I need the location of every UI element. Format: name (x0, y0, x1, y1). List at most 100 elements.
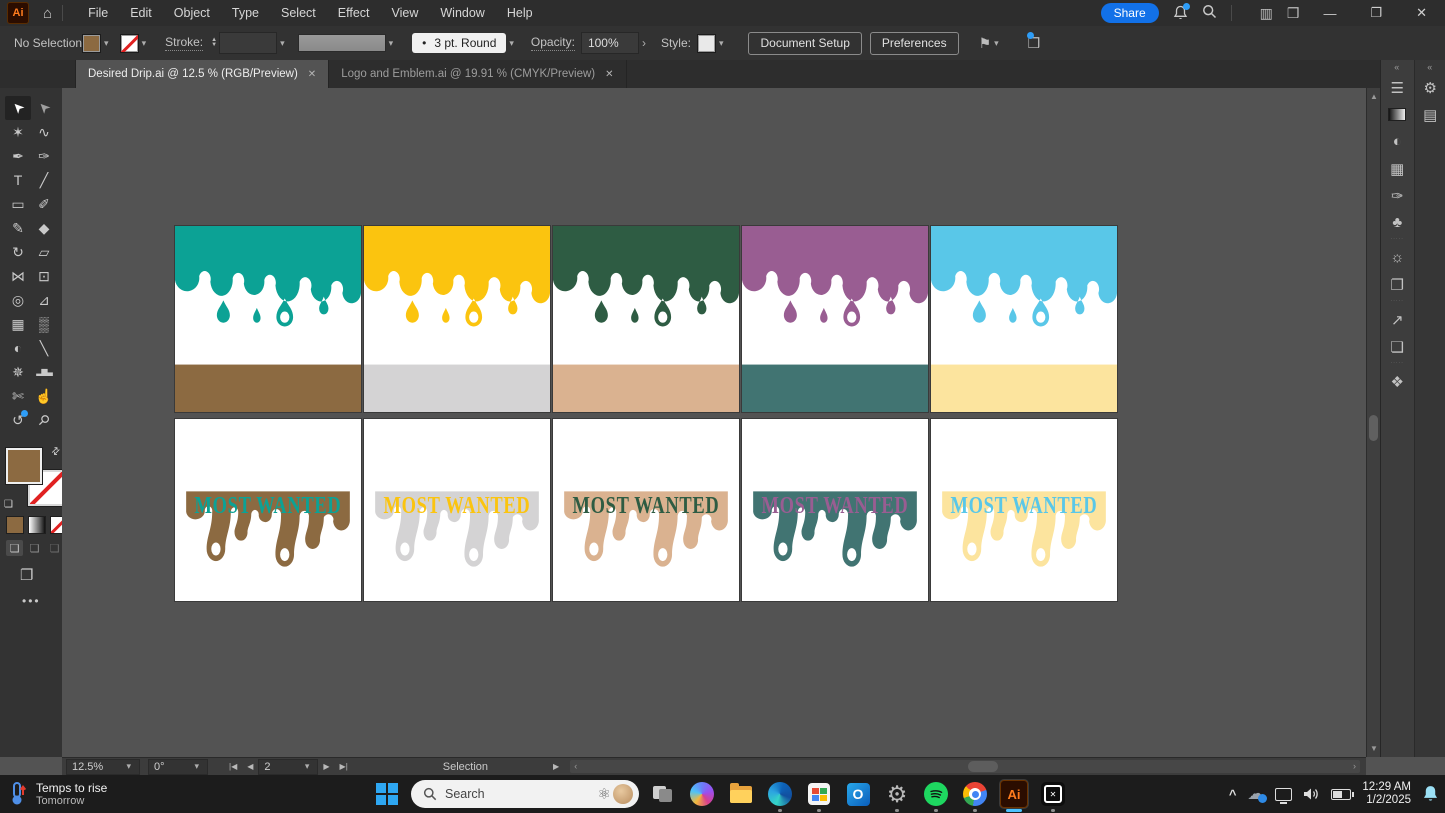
window-minimize-button[interactable]: — (1313, 6, 1346, 21)
draw-normal-button[interactable]: ❏ (6, 540, 23, 556)
perspective-grid-tool[interactable]: ⊿ (31, 288, 57, 312)
slice-tool[interactable]: ✄ (5, 384, 31, 408)
menu-type[interactable]: Type (221, 0, 270, 26)
fill-color-swatch[interactable] (82, 34, 101, 53)
onedrive-icon[interactable]: ☁ (1247, 784, 1264, 804)
battery-icon[interactable] (1331, 789, 1351, 800)
type-tool[interactable]: T (5, 168, 31, 192)
document-setup-button[interactable]: Document Setup (748, 32, 861, 55)
arrange-documents-icon[interactable]: ❒ (1287, 5, 1300, 22)
capcut-button[interactable]: ✕ (1038, 779, 1068, 809)
file-explorer-button[interactable] (726, 779, 756, 809)
style-chevron[interactable]: ▾ (719, 38, 724, 49)
artboard-mostwanted-tan[interactable]: MOST WANTED (553, 419, 739, 601)
tab-close-icon[interactable]: ✕ (308, 69, 316, 80)
artboard-drip-purple[interactable] (742, 226, 928, 412)
swap-fill-stroke-icon[interactable]: ⇄ (49, 445, 63, 459)
menu-view[interactable]: View (381, 0, 430, 26)
fill-dropdown-chevron[interactable]: ▾ (104, 38, 109, 49)
spotify-button[interactable] (921, 779, 951, 809)
panel-menu-icon[interactable]: ☰ (1381, 74, 1414, 101)
fill-proxy-swatch[interactable] (6, 448, 42, 484)
blend-tool[interactable]: ◐ (5, 336, 31, 360)
tray-chevron-icon[interactable]: ^ (1229, 787, 1237, 802)
paintbrush-tool[interactable]: ✐ (31, 192, 57, 216)
settings-button[interactable]: ⚙ (882, 779, 912, 809)
menu-help[interactable]: Help (496, 0, 544, 26)
menu-edit[interactable]: Edit (119, 0, 163, 26)
menu-window[interactable]: Window (429, 0, 495, 26)
panel-pathfinder-icon[interactable]: ❐ (1381, 271, 1414, 298)
outlook-button[interactable]: O (843, 779, 873, 809)
zoom-tool[interactable]: ⚲ (31, 408, 57, 432)
zoom-level-dropdown[interactable]: 12.5%▾ (66, 759, 140, 775)
scale-tool[interactable]: ▱ (31, 240, 57, 264)
artboard-mostwanted-gray[interactable]: MOST WANTED (364, 419, 550, 601)
magic-wand-tool[interactable]: ✶ (5, 120, 31, 144)
stroke-dropdown-chevron[interactable]: ▾ (142, 38, 147, 49)
scroll-up-icon[interactable]: ▲ (1370, 92, 1378, 101)
window-close-button[interactable]: ✕ (1406, 5, 1437, 21)
last-artboard-icon[interactable]: ▶| (335, 762, 353, 771)
search-icon[interactable] (1202, 4, 1217, 22)
lasso-tool[interactable]: ∿ (31, 120, 57, 144)
eraser-tool[interactable]: ◆ (31, 216, 57, 240)
width-profile-chevron[interactable]: ▾ (389, 38, 394, 49)
rotate-view-tool[interactable]: ↺ (5, 408, 31, 432)
artboard-mostwanted-paleyellow[interactable]: MOST WANTED (931, 419, 1117, 601)
artboard-drip-skyblue[interactable] (931, 226, 1117, 412)
panel-color-guide-icon[interactable]: ☼ (1381, 244, 1414, 271)
edge-button[interactable] (765, 779, 795, 809)
symbol-sprayer-tool[interactable]: ✵ (5, 360, 31, 384)
status-flyout-icon[interactable]: ▶ (548, 762, 564, 771)
selection-tool[interactable]: ➤ (5, 96, 31, 120)
column-graph-tool[interactable]: ▂▆▃ (31, 360, 57, 384)
artboard-drip-yellow[interactable] (364, 226, 550, 412)
mesh-tool[interactable]: ▦ (5, 312, 31, 336)
menu-select[interactable]: Select (270, 0, 327, 26)
panel-gradient-icon[interactable] (1381, 101, 1414, 128)
tab-close-icon[interactable]: ✕ (605, 69, 613, 80)
volume-icon[interactable] (1303, 787, 1320, 801)
edit-toolbar-icon[interactable]: ••• (22, 594, 41, 608)
width-tool[interactable]: ⋈ (5, 264, 31, 288)
menu-file[interactable]: File (77, 0, 119, 26)
panel-layers-icon[interactable]: ❖ (1381, 368, 1414, 395)
rotation-dropdown[interactable]: 0°▾ (148, 759, 208, 775)
illustrator-button[interactable]: Ai (999, 779, 1029, 809)
canvas-pasteboard[interactable]: MOST WANTED MOST WANTED MOST WANTED MOST… (62, 88, 1366, 757)
app-logo-icon[interactable]: Ai (7, 2, 29, 24)
panel-symbols-icon[interactable]: ♣ (1381, 209, 1414, 236)
pen-tool[interactable]: ✒ (5, 144, 31, 168)
rectangle-tool[interactable]: ▭ (5, 192, 31, 216)
isolate-selection-icon[interactable]: ⚑ (979, 35, 992, 52)
tab-logo-and-emblem[interactable]: Logo and Emblem.ai @ 19.91 % (CMYK/Previ… (329, 60, 626, 88)
panel-swatches-icon[interactable]: ▦ (1381, 155, 1414, 182)
direct-selection-tool[interactable]: ➤ (31, 96, 57, 120)
stroke-label[interactable]: Stroke: (165, 35, 203, 51)
share-button[interactable]: Share (1101, 3, 1159, 23)
stroke-weight-field[interactable] (219, 32, 277, 54)
brush-chevron[interactable]: ▾ (509, 38, 514, 49)
draw-inside-button[interactable]: ❏ (46, 540, 63, 556)
tab-desired-drip[interactable]: Desired Drip.ai @ 12.5 % (RGB/Preview) ✕ (76, 60, 329, 88)
panel-libraries-icon[interactable]: ▤ (1415, 101, 1445, 128)
next-artboard-icon[interactable]: ▶ (318, 762, 334, 771)
display-network-icon[interactable] (1275, 788, 1292, 801)
stroke-color-swatch[interactable] (120, 34, 139, 53)
chrome-button[interactable] (960, 779, 990, 809)
gradient-tool[interactable]: ▒ (31, 312, 57, 336)
draw-behind-button[interactable]: ❏ (26, 540, 43, 556)
panel-transparency-icon[interactable]: ◐ (1381, 128, 1414, 155)
collapse-panels-icon[interactable]: « (1381, 60, 1414, 74)
shaper-tool[interactable]: ✎ (5, 216, 31, 240)
menu-object[interactable]: Object (163, 0, 221, 26)
vertical-scrollbar[interactable]: ▲ ▼ (1366, 88, 1381, 757)
scroll-left-icon[interactable]: ‹ (574, 760, 577, 773)
gradient-mode-button[interactable] (28, 516, 46, 534)
notification-bell-icon[interactable] (1422, 785, 1439, 803)
window-restore-button[interactable]: ❐ (1360, 5, 1392, 21)
stroke-weight-chevron[interactable]: ▾ (280, 38, 285, 49)
panel-brushes-icon[interactable]: ✑ (1381, 182, 1414, 209)
task-view-button[interactable] (648, 779, 678, 809)
